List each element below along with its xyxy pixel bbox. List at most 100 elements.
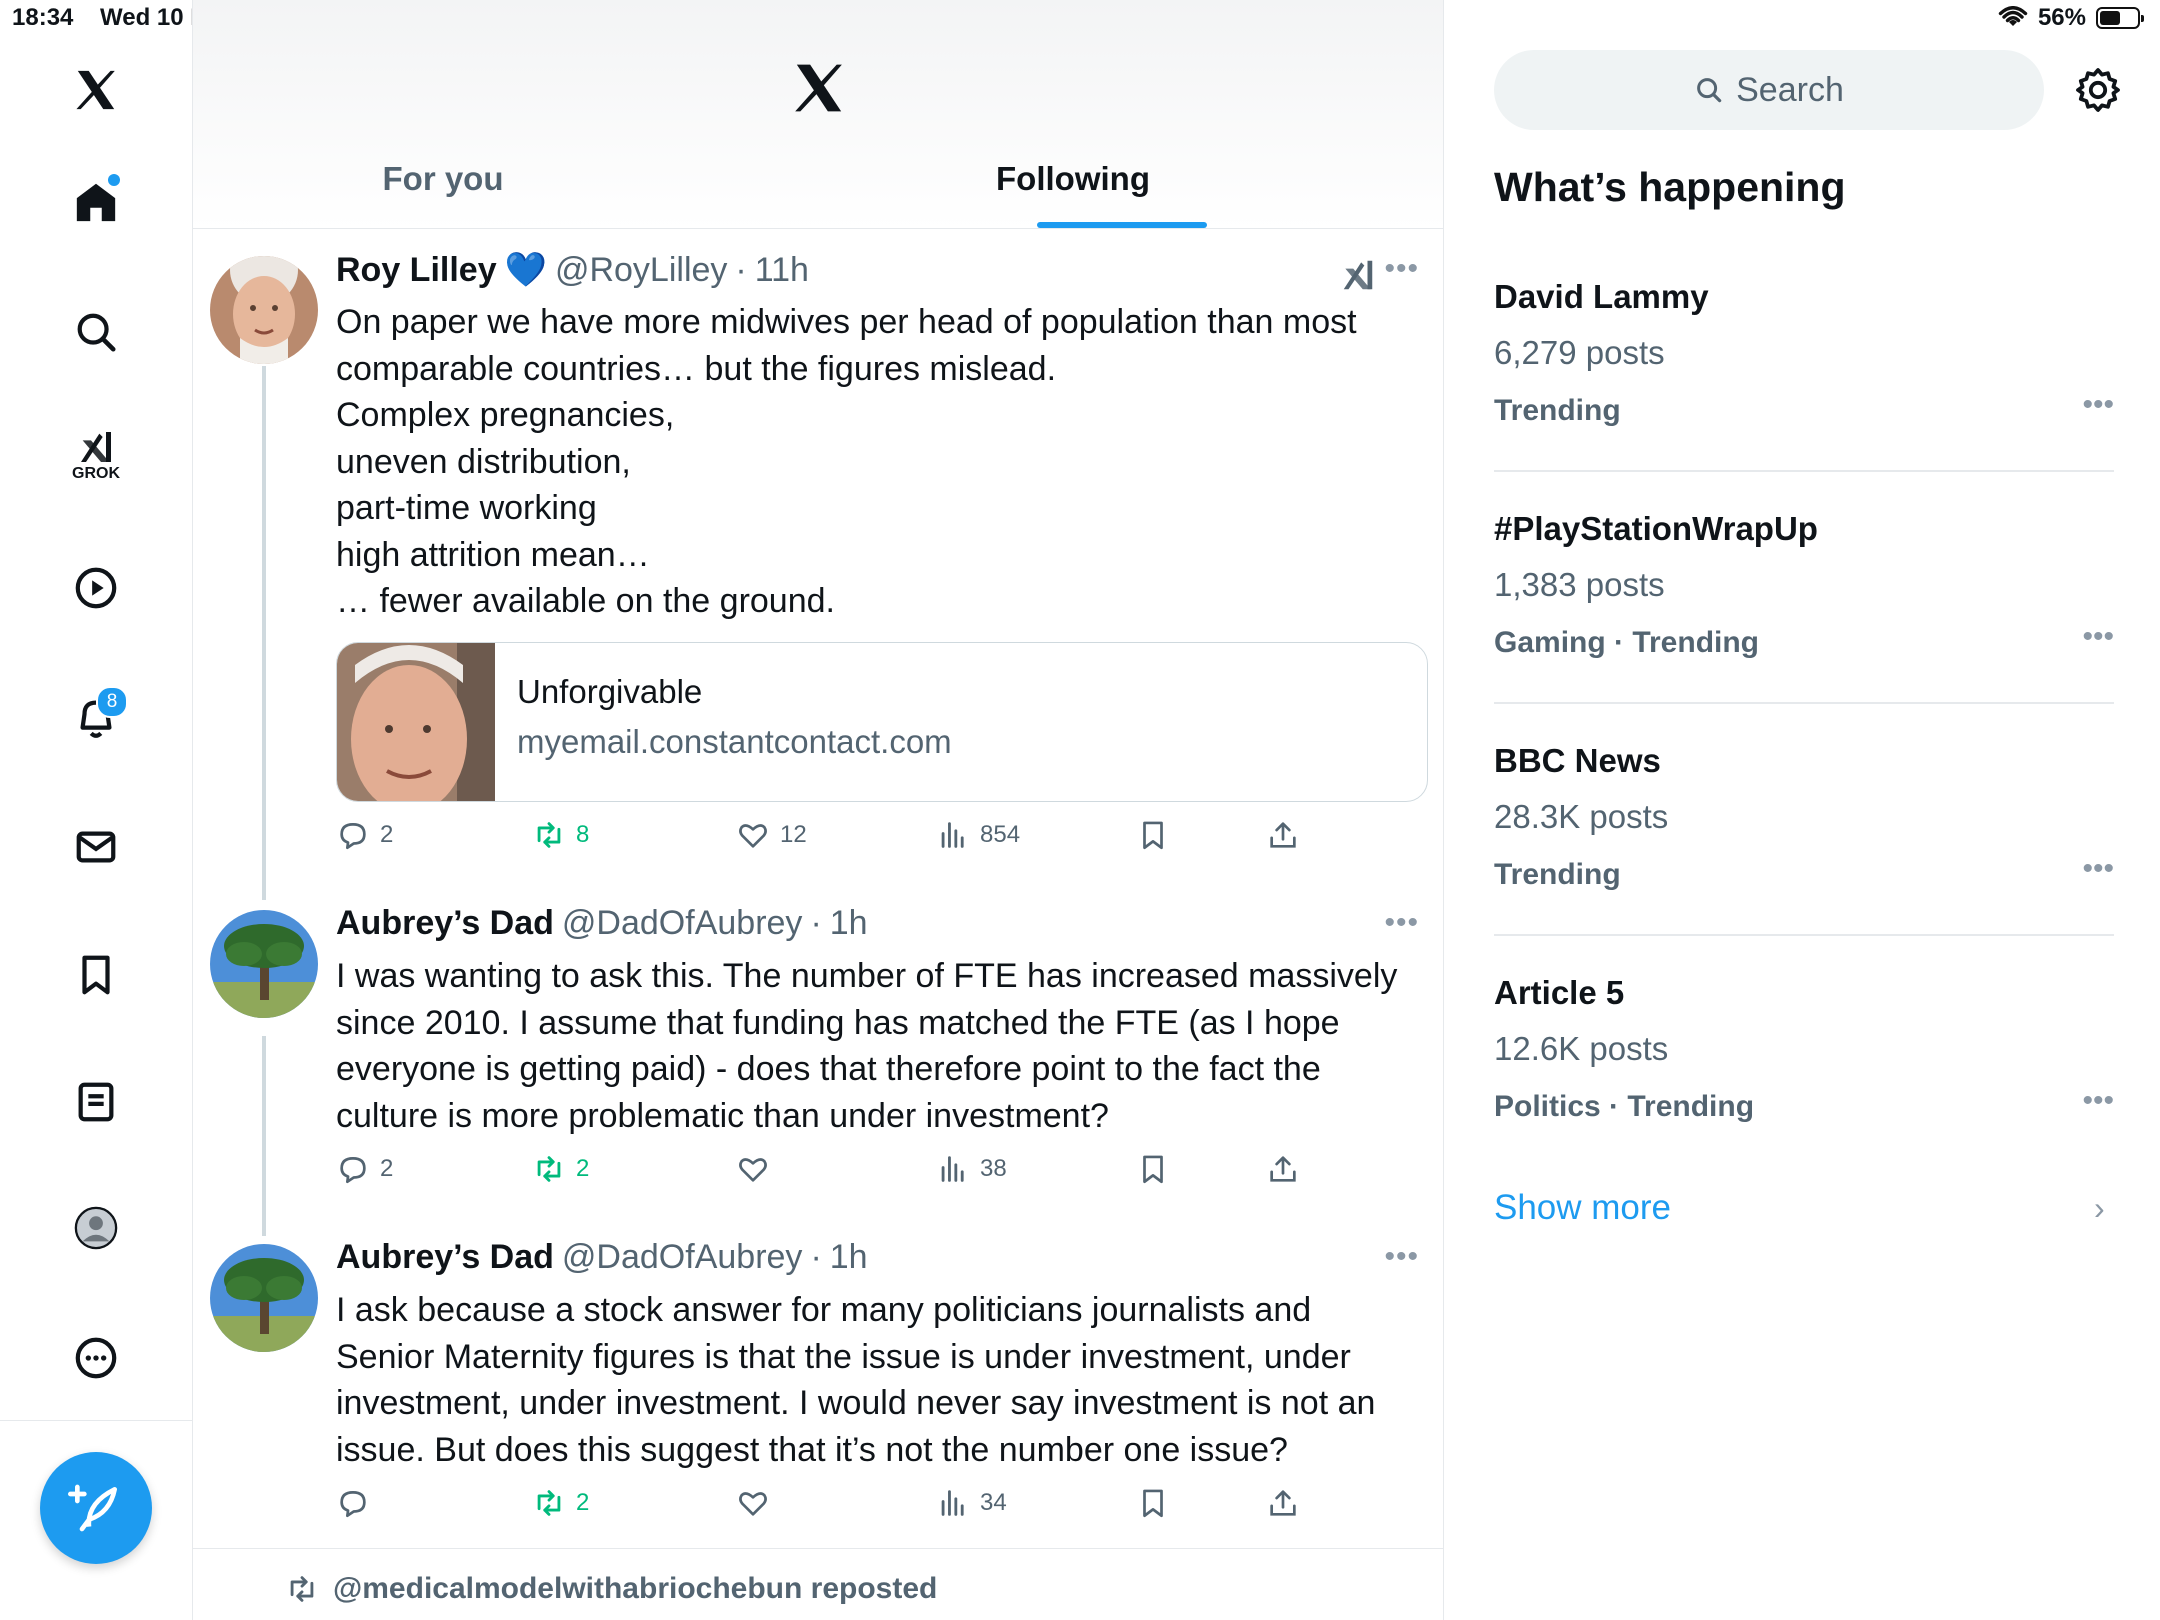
bell-icon[interactable]: 8 <box>56 678 136 758</box>
reply-count: 2 <box>380 1155 394 1182</box>
bookmark-icon <box>1143 821 1163 850</box>
link-card[interactable]: Unforgivable myemail.constantcontact.com <box>336 642 1428 802</box>
search-icon[interactable] <box>56 292 136 372</box>
views-button[interactable]: 854 <box>936 818 1020 852</box>
grok-icon[interactable]: GROK <box>56 415 136 495</box>
x-logo-icon[interactable] <box>56 50 136 130</box>
like-button[interactable] <box>736 1152 780 1186</box>
trend-name: #PlayStationWrapUp <box>1494 510 1818 547</box>
tweet-actions: 2 34 <box>336 1486 1336 1536</box>
trend-name: David Lammy <box>1494 278 1709 315</box>
more-icon[interactable] <box>56 1318 136 1398</box>
home-icon[interactable] <box>56 162 136 242</box>
reply-button[interactable] <box>336 1486 380 1520</box>
tweet-time[interactable]: 1h <box>830 1238 868 1277</box>
link-card-domain: myemail.constantcontact.com <box>517 723 952 760</box>
compose-button[interactable] <box>40 1452 152 1564</box>
bookmark-button[interactable] <box>1136 1152 1170 1186</box>
trend-meta: Trending <box>1494 858 1621 891</box>
trend-name: BBC News <box>1494 742 1661 779</box>
share-button[interactable] <box>1266 1152 1300 1186</box>
tweet-actions: 2 8 12 854 <box>336 818 1336 868</box>
author-handle[interactable]: @DadOfAubrey <box>562 1238 803 1277</box>
tweet-line: part-time working <box>336 489 597 527</box>
avatar[interactable] <box>210 910 318 1018</box>
profile-icon[interactable] <box>56 1188 136 1268</box>
author-name[interactable]: Aubrey’s Dad <box>336 904 554 943</box>
bookmark-button[interactable] <box>1136 1486 1170 1520</box>
views-icon <box>941 1490 964 1516</box>
author-handle[interactable]: @RoyLilley <box>555 251 727 290</box>
tab-following[interactable]: Following <box>973 160 1173 198</box>
views-button[interactable]: 34 <box>936 1486 1007 1520</box>
tweet-line: high attrition mean… <box>336 535 650 574</box>
grok-icon[interactable] <box>1339 256 1377 294</box>
repost-icon <box>290 1576 314 1602</box>
repost-button[interactable]: 2 <box>532 1152 589 1186</box>
avatar[interactable] <box>210 1244 318 1352</box>
views-count: 34 <box>980 1489 1007 1516</box>
tweet-more-icon[interactable]: ••• <box>1384 906 1419 940</box>
like-button[interactable] <box>736 1486 780 1520</box>
tweet-header: Aubrey’s Dad @DadOfAubrey · 1h <box>336 904 868 943</box>
reply-button[interactable]: 2 <box>336 818 393 852</box>
bookmark-icon <box>1143 1155 1163 1184</box>
tweet-line: comparable countries… but the figures mi… <box>336 349 1057 388</box>
trend-meta: Trending <box>1494 394 1621 427</box>
repost-button[interactable]: 8 <box>532 818 589 852</box>
tweet-header: Roy Lilley 💙 @RoyLilley · 11h <box>336 250 809 290</box>
compose-feather-icon <box>68 1484 117 1532</box>
trend-more-icon[interactable]: ••• <box>2082 620 2114 654</box>
repost-button[interactable]: 2 <box>532 1486 589 1520</box>
reply-icon <box>340 823 366 850</box>
trend-name: Article 5 <box>1494 974 1625 1011</box>
bookmark-button[interactable] <box>1136 818 1170 852</box>
author-name[interactable]: Aubrey’s Dad <box>336 1238 554 1277</box>
share-button[interactable] <box>1266 818 1300 852</box>
mail-icon[interactable] <box>56 807 136 887</box>
like-button[interactable]: 12 <box>736 818 807 852</box>
show-more-link[interactable]: Show more <box>1494 1188 1671 1228</box>
author-handle[interactable]: @DadOfAubrey <box>562 904 803 943</box>
reply-icon <box>340 1491 366 1518</box>
tweet-line: since 2010. I assume that funding has ma… <box>336 1003 1340 1042</box>
reply-icon <box>340 1157 366 1184</box>
reply-button[interactable]: 2 <box>336 1152 393 1186</box>
bookmark-icon[interactable] <box>56 935 136 1015</box>
search-input[interactable]: Search <box>1494 50 2044 130</box>
tweet-time[interactable]: 1h <box>830 904 868 943</box>
gear-icon[interactable] <box>2074 66 2122 114</box>
repost-icon <box>537 1490 561 1516</box>
repost-context[interactable]: @medicalmodelwithabriochebun reposted <box>285 1572 937 1606</box>
chevron-right-icon[interactable]: › <box>2094 1190 2105 1227</box>
repost-count: 8 <box>576 821 590 848</box>
trend-more-icon[interactable]: ••• <box>2082 1084 2114 1118</box>
tweet-time[interactable]: 11h <box>755 251 809 290</box>
views-button[interactable]: 38 <box>936 1152 1007 1186</box>
header-divider <box>193 228 1443 229</box>
tab-for-you[interactable]: For you <box>313 160 573 198</box>
trend-posts: 12.6K posts <box>1494 1030 1669 1067</box>
tweet-line: issue. But does this suggest that it’s n… <box>336 1430 1288 1469</box>
repost-context-label: @medicalmodelwithabriochebun reposted <box>333 1572 938 1605</box>
video-icon[interactable] <box>56 548 136 628</box>
tweet-line: uneven distribution, <box>336 442 631 481</box>
tweet-line: culture is more problematic than under i… <box>336 1096 1109 1135</box>
whats-happening-title: What’s happening <box>1494 164 1846 210</box>
views-count: 38 <box>980 1155 1007 1182</box>
battery-percent: 56% <box>2037 4 2086 31</box>
share-button[interactable] <box>1266 1486 1300 1520</box>
heart-icon <box>739 824 767 848</box>
author-name[interactable]: Roy Lilley <box>336 251 497 290</box>
link-card-title: Unforgivable <box>517 673 703 710</box>
left-nav: GROK 8 <box>0 0 193 1620</box>
tweet-line: I was wanting to ask this. The number of… <box>336 957 1398 995</box>
trend-more-icon[interactable]: ••• <box>2082 852 2114 886</box>
lists-icon[interactable] <box>56 1062 136 1142</box>
avatar[interactable] <box>210 256 318 364</box>
tweet-more-icon[interactable]: ••• <box>1384 252 1419 286</box>
tweet-more-icon[interactable]: ••• <box>1384 1240 1419 1274</box>
reply-count: 2 <box>380 821 394 848</box>
trend-more-icon[interactable]: ••• <box>2082 388 2114 422</box>
tweet-line: Senior Maternity figures is that the iss… <box>336 1337 1351 1376</box>
